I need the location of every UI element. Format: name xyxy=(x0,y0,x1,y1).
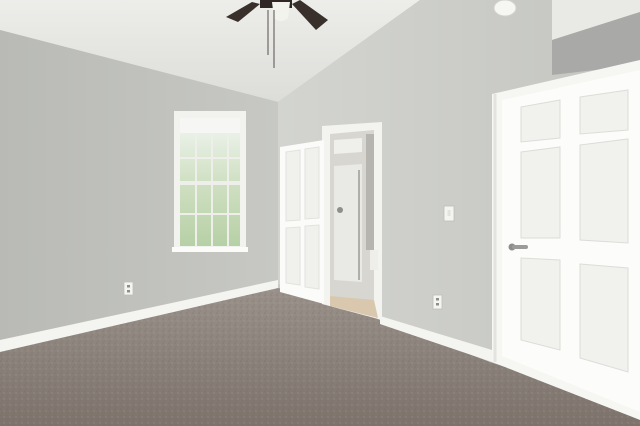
room-photo xyxy=(0,0,640,426)
outlet-right xyxy=(432,294,443,310)
bathroom-glimpse xyxy=(322,122,382,320)
closet-door xyxy=(492,60,640,420)
smoke-detector xyxy=(493,0,517,17)
window xyxy=(172,111,248,252)
outlet-left xyxy=(123,281,134,296)
light-switch xyxy=(443,205,455,222)
open-door xyxy=(280,140,324,304)
